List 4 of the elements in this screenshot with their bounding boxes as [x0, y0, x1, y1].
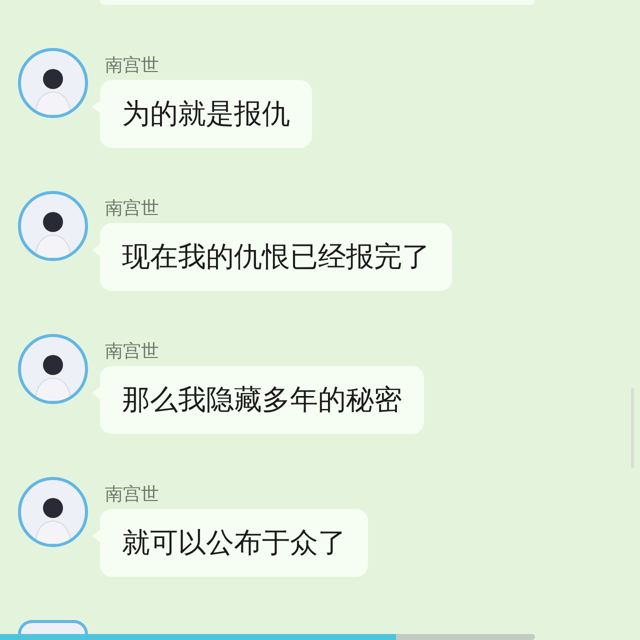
sender-name: 南宫世: [105, 484, 160, 506]
sender-name: 南宫世: [105, 341, 160, 363]
sender-name: 南宫世: [105, 55, 160, 77]
sender-name: 南宫世: [105, 198, 160, 220]
